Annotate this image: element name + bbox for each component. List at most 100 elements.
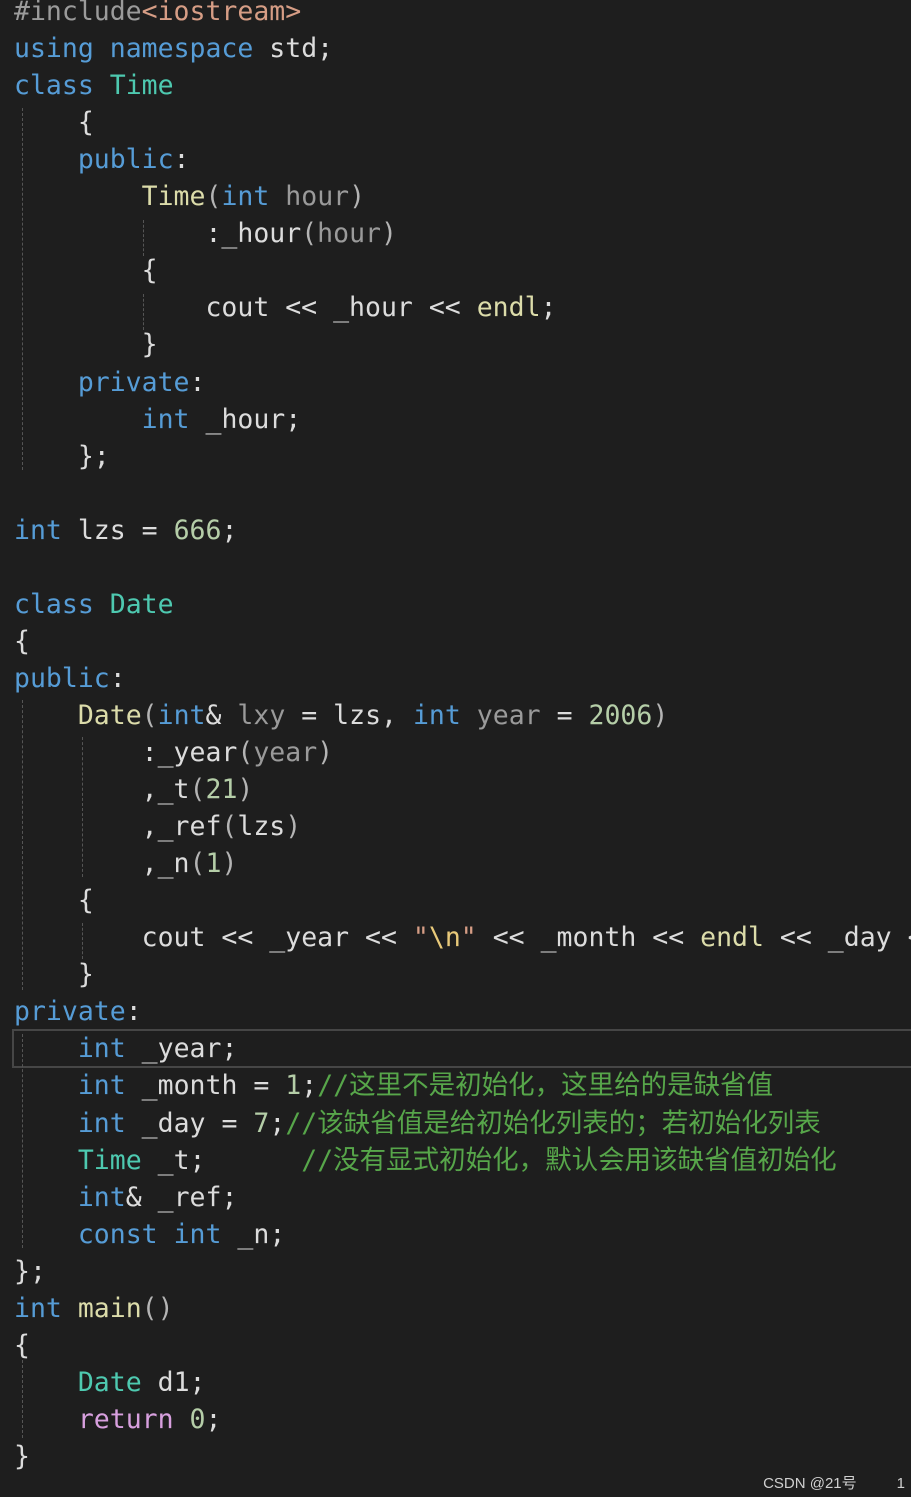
code-token-plain: : (125, 996, 142, 1028)
code-token-var: _month (141, 1070, 238, 1102)
code-token-plain: std; (253, 33, 334, 65)
code-line[interactable]: private: (14, 364, 206, 401)
code-line[interactable]: Time(int hour) (14, 178, 365, 215)
code-token-plain: lzs (237, 811, 286, 843)
code-token-var: _ref (157, 1181, 222, 1213)
code-line[interactable]: Time _t; //没有显式初始化，默认会用该缺省值初始化 (14, 1142, 837, 1179)
code-token-kw: int (14, 514, 62, 546)
code-token-kw: using (14, 33, 94, 65)
code-line[interactable]: int _hour; (14, 401, 302, 438)
code-token-header: <iostream> (141, 0, 302, 27)
watermark: CSDN @21号 1 (723, 1472, 905, 1493)
code-token-var: _ref (157, 811, 222, 843)
code-token-num: 0 (189, 1403, 206, 1435)
code-token-str: " (460, 922, 477, 954)
code-token-plain: : (14, 218, 222, 250)
code-token-plain: { (14, 107, 94, 139)
code-line[interactable]: { (14, 252, 158, 289)
code-token-plain: { (14, 255, 158, 287)
code-token-plain: , (14, 811, 158, 843)
code-token-param: lxy (237, 699, 286, 731)
code-token-kw: int (14, 1292, 62, 1324)
code-token-func: Date (77, 699, 142, 731)
code-token-punc: ( (189, 848, 206, 880)
code-line[interactable]: { (14, 882, 94, 919)
code-line[interactable]: ,_ref(lzs) (14, 808, 302, 845)
code-token-esc: \n (428, 922, 461, 954)
code-token-plain: = (205, 1107, 254, 1139)
code-token-var: _day (827, 922, 892, 954)
code-line[interactable]: Date(int& lxy = lzs, int year = 2006) (14, 697, 668, 734)
code-line[interactable]: } (14, 1438, 30, 1475)
code-token-ctrl: return (77, 1403, 174, 1435)
code-token-access: public (14, 144, 174, 176)
code-token-plain: ; (189, 1366, 206, 1398)
code-token-kw: int (173, 1218, 222, 1250)
code-line[interactable]: private: (14, 993, 142, 1030)
code-line[interactable]: }; (14, 1253, 46, 1290)
code-token-func: endl (476, 292, 541, 324)
code-token-type: Time (77, 1144, 142, 1176)
code-token-param: hour (317, 218, 381, 250)
code-token-punc: ) (381, 218, 397, 250)
code-line[interactable]: { (14, 623, 30, 660)
code-token-kw: int (412, 699, 461, 731)
code-token-comment: //这里不是初始化，这里给的是缺省值 (317, 1070, 774, 1102)
code-token-num: 666 (173, 514, 222, 546)
code-token-var: _day (141, 1107, 206, 1139)
code-token-plain: , (14, 774, 158, 806)
code-line[interactable]: class Time (14, 67, 174, 104)
code-token-kw: int (157, 699, 206, 731)
code-token-plain: : (189, 366, 206, 398)
code-token-access: private (14, 996, 126, 1028)
code-token-var: _hour (333, 292, 413, 324)
code-line[interactable]: int main() (14, 1290, 174, 1327)
code-line[interactable]: cout << _year << "\n" << _month << endl … (14, 919, 911, 956)
code-line[interactable]: Date d1; (14, 1364, 206, 1401)
code-line[interactable]: } (14, 956, 94, 993)
code-token-func: main (77, 1292, 142, 1324)
code-token-kw: int (77, 1033, 126, 1065)
code-line[interactable]: }; (14, 438, 110, 475)
code-line[interactable]: int _month = 1;//这里不是初始化，这里给的是缺省值 (14, 1067, 773, 1104)
code-line[interactable]: } (14, 326, 158, 363)
code-token-plain: cout << (14, 292, 334, 324)
code-line[interactable]: const int _n; (14, 1216, 285, 1253)
code-line[interactable]: { (14, 104, 94, 141)
code-line[interactable]: #include<iostream> (14, 0, 301, 30)
code-token-num: 2006 (588, 699, 653, 731)
code-line[interactable]: public: (14, 141, 190, 178)
code-token-var: d1 (157, 1366, 190, 1398)
code-token-var: _t (157, 1144, 190, 1176)
code-token-param: year (253, 737, 318, 768)
code-line[interactable]: :_year(year) (14, 734, 334, 771)
code-line[interactable]: int& _ref; (14, 1179, 238, 1216)
code-token-func: endl (700, 922, 764, 954)
code-line[interactable]: public: (14, 660, 126, 697)
code-line[interactable]: ,_n(1) (14, 845, 238, 882)
code-token-plain: << (349, 922, 413, 954)
code-token-plain: } (14, 1440, 30, 1472)
code-line[interactable]: return 0; (14, 1401, 222, 1438)
code-line[interactable]: int _day = 7;//该缺省值是给初始化列表的；若初始化列表 (14, 1105, 821, 1142)
code-line[interactable]: class Date (14, 586, 174, 623)
code-token-plain: { (14, 625, 30, 657)
code-token-access: private (14, 366, 190, 398)
code-line[interactable]: :_hour(hour) (14, 215, 397, 252)
code-line[interactable]: using namespace std; (14, 30, 333, 67)
code-token-var: _n (237, 1218, 270, 1250)
code-line[interactable]: { (14, 1327, 30, 1364)
code-token-plain: } (14, 959, 94, 991)
code-line[interactable]: int _year; (14, 1030, 238, 1067)
code-line[interactable]: ,_t(21) (14, 771, 254, 808)
code-line[interactable]: cout << _hour << endl; (14, 289, 556, 326)
code-token-plain: ; (221, 1181, 238, 1213)
code-line[interactable]: int lzs = 666; (14, 512, 237, 549)
code-editor[interactable]: #include<iostream> using namespace std; cl… (0, 0, 911, 1497)
